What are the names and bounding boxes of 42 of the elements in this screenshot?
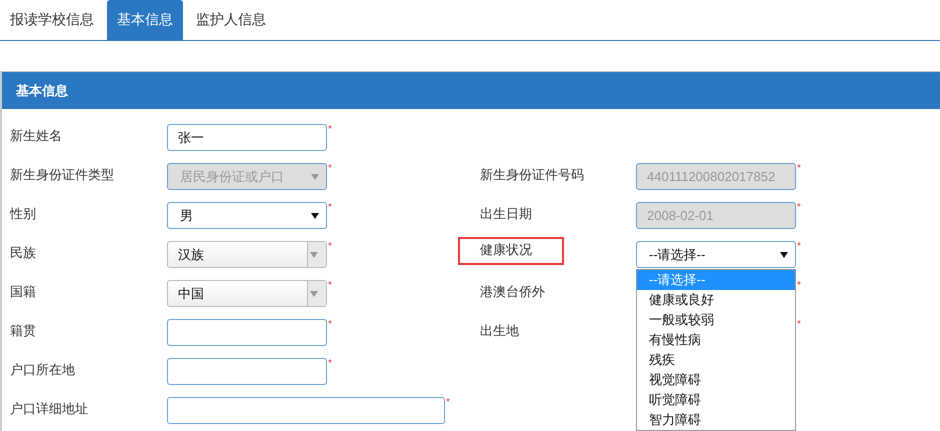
field-label: 新生身份证件类型 [10, 166, 114, 183]
required-mark: * [797, 202, 801, 213]
dropdown-arrow-icon [311, 174, 319, 180]
select-field[interactable]: 汉族 [167, 241, 327, 268]
required-mark: * [328, 202, 332, 213]
required-mark: * [328, 319, 332, 330]
required-mark: * [328, 163, 332, 174]
panel-header: 基本信息 [2, 72, 940, 109]
required-mark: * [328, 124, 332, 135]
field-label: 户口详细地址 [10, 400, 88, 417]
text-field[interactable]: 张一 [167, 124, 327, 151]
tab[interactable]: 基本信息 [107, 0, 183, 40]
required-mark: * [797, 319, 801, 330]
dropdown-arrow-icon [780, 252, 788, 258]
field-label: 籍贯 [10, 322, 36, 339]
select-field[interactable]: 中国 [167, 280, 327, 307]
field-label: 新生身份证件号码 [480, 166, 584, 183]
field-label: 新生姓名 [10, 127, 62, 144]
required-mark: * [797, 241, 801, 252]
field-label: 港澳台侨外 [480, 283, 545, 300]
tab[interactable]: 监护人信息 [186, 0, 276, 40]
tab[interactable]: 报读学校信息 [0, 0, 104, 40]
required-mark: * [446, 397, 450, 408]
field-label: 健康状况 [458, 237, 564, 265]
field-label: 出生日期 [480, 205, 532, 222]
required-mark: * [797, 280, 801, 291]
dropdown-arrow-icon [311, 212, 319, 218]
field-label: 性别 [10, 205, 36, 222]
field-label: 民族 [10, 244, 36, 261]
select-field[interactable]: 男 [167, 202, 327, 229]
field-label: 国籍 [10, 283, 36, 300]
field-label: 出生地 [480, 322, 519, 339]
required-mark: * [797, 163, 801, 174]
text-field[interactable] [167, 358, 327, 385]
required-mark: * [328, 241, 332, 252]
required-mark: * [328, 280, 332, 291]
text-field[interactable] [167, 397, 445, 424]
dropdown-arrow-icon [310, 290, 318, 296]
field-label: 户口所在地 [10, 361, 75, 378]
dropdown-arrow-icon [310, 252, 318, 258]
text-field[interactable] [167, 319, 327, 346]
required-mark: * [328, 358, 332, 369]
